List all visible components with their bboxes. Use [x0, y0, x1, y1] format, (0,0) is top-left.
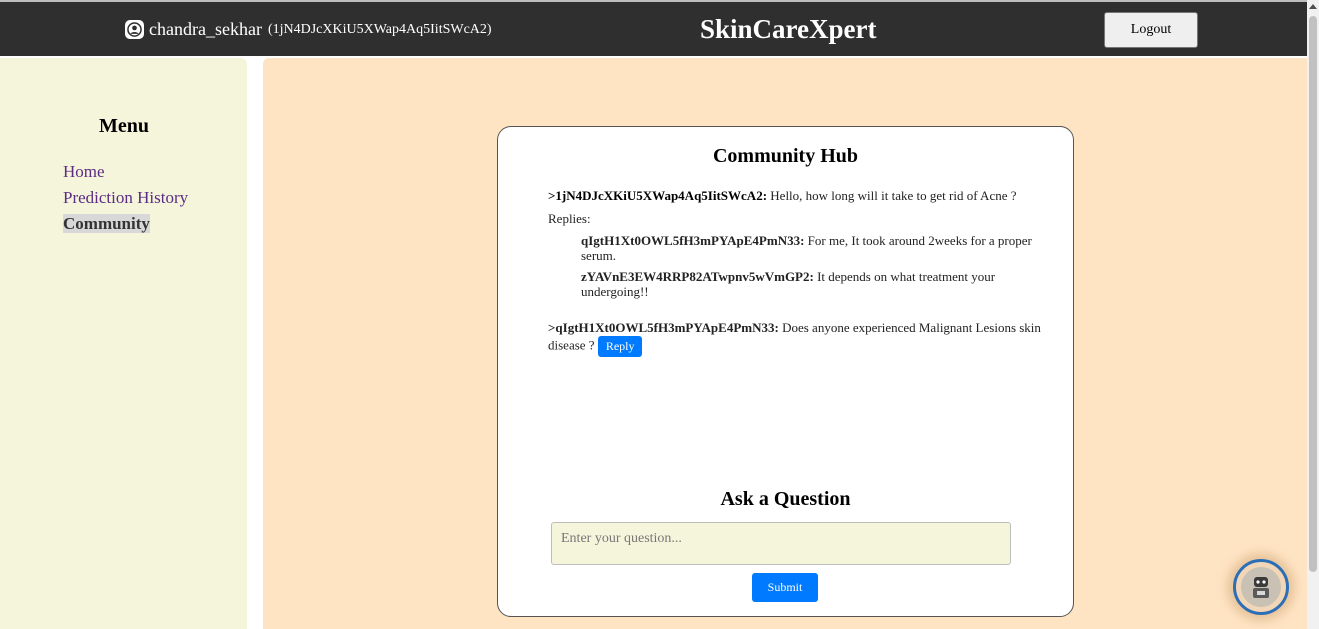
post-author: >qIgtH1Xt0OWL5fH3mPYApE4PmN33:: [548, 320, 779, 335]
ask-question-title: Ask a Question: [720, 488, 851, 510]
sidebar-item-community[interactable]: Community: [63, 214, 150, 233]
posts-list: >1jN4DJcXKiU5XWap4Aq5IitSWcA2: Hello, ho…: [548, 187, 1058, 357]
post-author: >1jN4DJcXKiU5XWap4Aq5IitSWcA2:: [548, 188, 768, 203]
post: >1jN4DJcXKiU5XWap4Aq5IitSWcA2: Hello, ho…: [548, 187, 1058, 204]
menu-title: Menu: [99, 115, 149, 137]
username: chandra_sekhar: [149, 19, 262, 39]
community-hub-title: Community Hub: [712, 145, 859, 167]
reply-button[interactable]: Reply: [597, 336, 643, 357]
sidebar-item-home[interactable]: Home: [63, 162, 105, 181]
sidebar-item: Prediction History: [63, 188, 188, 208]
sidebar: Menu Home Prediction History Community: [0, 58, 247, 629]
reply-author: qIgtH1Xt0OWL5fH3mPYApE4PmN33:: [581, 233, 805, 248]
post-text: Hello, how long will it take to get rid …: [770, 188, 1017, 203]
scroll-up-arrow-icon[interactable]: [1309, 4, 1317, 9]
post: >qIgtH1Xt0OWL5fH3mPYApE4PmN33: Does anyo…: [548, 319, 1058, 357]
user-id: (1jN4DJcXKiU5XWap4Aq5IitSWcA2): [267, 21, 492, 37]
question-input[interactable]: [551, 522, 1011, 565]
user-info: chandra_sekhar (1jN4DJcXKiU5XWap4Aq5IitS…: [125, 19, 492, 40]
scroll-thumb[interactable]: [1309, 16, 1317, 572]
logout-button[interactable]: Logout: [1104, 12, 1198, 48]
submit-button[interactable]: Submit: [752, 573, 818, 602]
reply: zYAVnE3EW4RRP82ATwpnv5wVmGP2: It depends…: [581, 269, 1056, 299]
reply-author: zYAVnE3EW4RRP82ATwpnv5wVmGP2:: [581, 269, 814, 284]
reply: qIgtH1Xt0OWL5fH3mPYApE4PmN33: For me, It…: [581, 233, 1056, 263]
user-circle-icon: [125, 20, 144, 39]
chatbot-button[interactable]: [1233, 559, 1289, 615]
sidebar-item: Community: [63, 214, 188, 234]
main-content: Community Hub >1jN4DJcXKiU5XWap4Aq5IitSW…: [263, 58, 1307, 629]
page-scrollbar[interactable]: [1307, 0, 1319, 629]
chatbot-avatar-icon: [1241, 567, 1281, 607]
community-card: Community Hub >1jN4DJcXKiU5XWap4Aq5IitSW…: [497, 126, 1074, 617]
top-navbar: chandra_sekhar (1jN4DJcXKiU5XWap4Aq5IitS…: [0, 0, 1307, 56]
replies-label: Replies:: [548, 211, 591, 226]
sidebar-item-prediction-history[interactable]: Prediction History: [63, 188, 188, 207]
sidebar-item: Home: [63, 162, 188, 182]
brand-title: SkinCareXpert: [700, 14, 877, 44]
sidebar-nav: Home Prediction History Community: [63, 162, 188, 240]
